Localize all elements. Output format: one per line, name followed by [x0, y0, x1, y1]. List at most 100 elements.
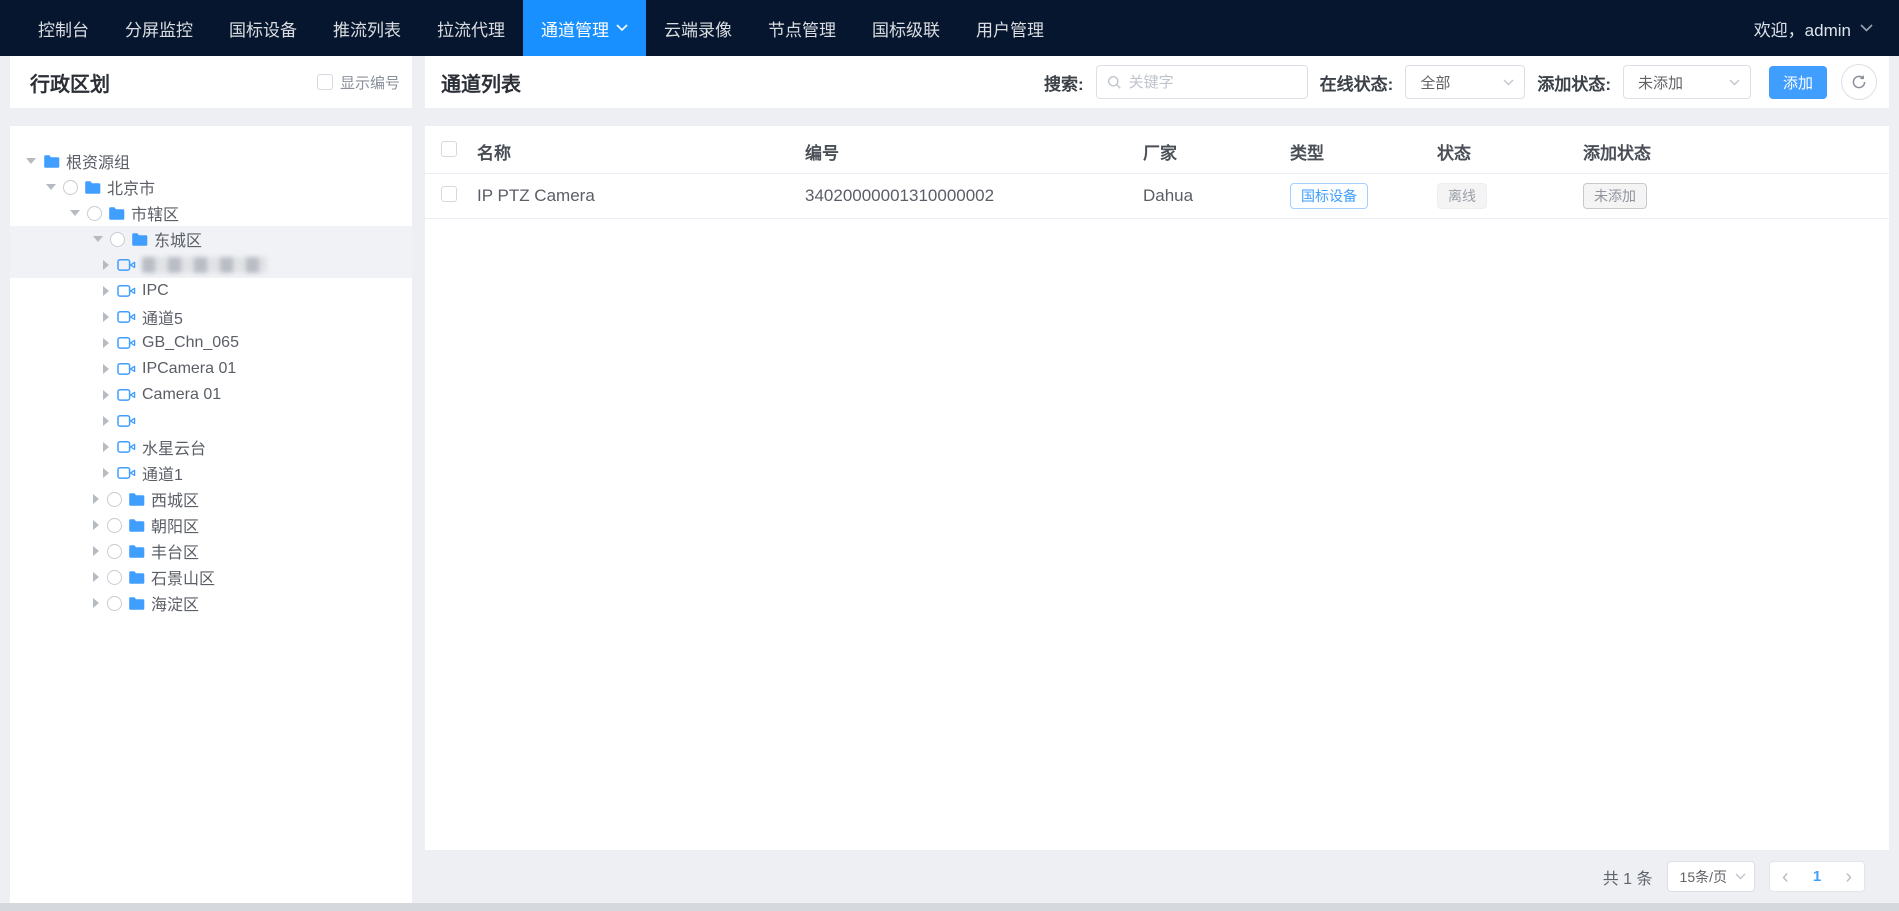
caret-right-icon[interactable]	[93, 546, 104, 556]
radio-button[interactable]	[110, 231, 125, 247]
nav-tab-label: 云端录像	[664, 20, 732, 40]
channel-vendor: Dahua	[1143, 186, 1194, 205]
caret-right-icon[interactable]	[93, 494, 104, 504]
tree-item[interactable]: 通道5	[10, 304, 412, 330]
next-page-button[interactable]: ›	[1843, 867, 1854, 887]
prev-page-button[interactable]: ‹	[1780, 867, 1791, 887]
blurred-label	[142, 257, 267, 273]
camera-icon	[117, 362, 136, 376]
nav-tab[interactable]: 拉流代理	[419, 0, 523, 56]
tree-item-label: 市辖区	[131, 207, 180, 224]
caret-right-icon[interactable]	[93, 598, 104, 608]
horizontal-scrollbar[interactable]	[0, 903, 1899, 911]
tree-item-label: IPCamera 01	[142, 360, 237, 377]
refresh-icon	[1852, 75, 1866, 89]
search-icon	[1107, 75, 1121, 89]
tree-item[interactable]: 北京市	[10, 174, 412, 200]
radio-button[interactable]	[107, 543, 122, 559]
show-number-toggle[interactable]: 显示编号	[316, 72, 400, 93]
column-header: 添加状态	[1583, 144, 1651, 163]
list-header: 通道列表 搜索: 在线状态: 全部 添加状态: 未添加	[425, 56, 1889, 108]
channel-status-badge-cell: 离线	[1437, 183, 1583, 209]
caret-right-icon[interactable]	[103, 442, 114, 452]
caret-right-icon[interactable]	[103, 312, 114, 322]
tree-item[interactable]: 通道1	[10, 460, 412, 486]
nav-tab[interactable]: 云端录像	[646, 0, 750, 56]
nav-tab-label: 控制台	[38, 20, 89, 40]
tree-item[interactable]: 海淀区	[10, 590, 412, 616]
folder-icon	[128, 518, 145, 533]
caret-down-icon[interactable]	[93, 236, 103, 247]
search-box[interactable]	[1095, 65, 1308, 99]
tree-item[interactable]: 朝阳区	[10, 512, 412, 538]
tree-item[interactable]: IPC	[10, 278, 412, 304]
tree-item[interactable]: 东城区	[10, 226, 412, 252]
nav-tab[interactable]: 用户管理	[958, 0, 1062, 56]
nav-tab-label: 节点管理	[768, 20, 836, 40]
radio-button[interactable]	[107, 517, 122, 533]
radio-button[interactable]	[107, 595, 122, 611]
radio-button[interactable]	[63, 179, 78, 195]
show-number-checkbox[interactable]	[316, 74, 333, 90]
search-input[interactable]	[1128, 73, 1297, 91]
caret-right-icon[interactable]	[103, 364, 114, 374]
filter-bar: 搜索: 在线状态: 全部 添加状态: 未添加 添加	[1044, 64, 1877, 100]
caret-right-icon[interactable]	[103, 338, 114, 348]
region-tree: 根资源组 北京市市辖区东城区 IPC 通道5 GB_Chn_065 IPCamera 01…	[10, 148, 412, 616]
online-status-value: 全部	[1420, 74, 1451, 92]
tree-item[interactable]: 水星云台	[10, 434, 412, 460]
tree-item[interactable]: 石景山区	[10, 564, 412, 590]
caret-down-icon[interactable]	[70, 210, 80, 221]
nav-tab[interactable]: 控制台	[20, 0, 107, 56]
tree-item[interactable]	[10, 252, 412, 278]
refresh-button[interactable]	[1841, 64, 1877, 100]
caret-right-icon[interactable]	[103, 416, 114, 426]
current-page[interactable]: 1	[1813, 868, 1821, 885]
nav-tab-label: 拉流代理	[437, 20, 505, 40]
add-status-select[interactable]: 未添加	[1623, 65, 1751, 99]
nav-tab[interactable]: 节点管理	[750, 0, 854, 56]
nav-tab-label: 国标设备	[229, 20, 297, 40]
caret-right-icon[interactable]	[93, 572, 104, 582]
nav-tab[interactable]: 分屏监控	[107, 0, 211, 56]
tree-item[interactable]: Camera 01	[10, 382, 412, 408]
column-header: 类型	[1290, 144, 1324, 163]
page-size-select[interactable]: 15条/页	[1666, 861, 1755, 892]
add-button[interactable]: 添加	[1769, 65, 1827, 99]
user-menu[interactable]: 欢迎，admin	[1754, 0, 1899, 56]
radio-button[interactable]	[107, 491, 122, 507]
panel-divider	[10, 108, 412, 126]
folder-icon	[43, 154, 60, 169]
caret-right-icon[interactable]	[103, 260, 114, 270]
show-number-label: 显示编号	[339, 74, 400, 92]
channel-code: 34020000001310000002	[805, 186, 995, 205]
tree-item-label: 丰台区	[151, 545, 200, 562]
folder-icon	[131, 232, 148, 247]
row-checkbox[interactable]	[441, 185, 457, 202]
select-all-checkbox[interactable]	[441, 141, 457, 157]
tree-item[interactable]	[10, 408, 412, 434]
tree-item[interactable]: IPCamera 01	[10, 356, 412, 382]
tree-item[interactable]: GB_Chn_065	[10, 330, 412, 356]
online-status-select[interactable]: 全部	[1405, 65, 1526, 99]
nav-tab[interactable]: 国标级联	[854, 0, 958, 56]
tree-item[interactable]: 市辖区	[10, 200, 412, 226]
radio-button[interactable]	[87, 205, 102, 221]
column-header: 编号	[805, 144, 839, 163]
caret-down-icon[interactable]	[46, 184, 56, 195]
nav-tab[interactable]: 通道管理	[523, 0, 646, 56]
total-count: 共 1 条	[1602, 870, 1653, 888]
radio-button[interactable]	[107, 569, 122, 585]
caret-down-icon[interactable]	[26, 158, 36, 169]
nav-tab[interactable]: 推流列表	[315, 0, 419, 56]
tree-item[interactable]: 西城区	[10, 486, 412, 512]
caret-right-icon[interactable]	[93, 520, 104, 530]
sidebar-title: 行政区划	[30, 73, 110, 96]
caret-right-icon[interactable]	[103, 468, 114, 478]
caret-right-icon[interactable]	[103, 286, 114, 296]
region-sidebar: 行政区划 显示编号 根资源组 北京市市辖区东城区 IPC 通道5 GB_Chn_065 I…	[10, 56, 412, 903]
tree-item[interactable]: 丰台区	[10, 538, 412, 564]
caret-right-icon[interactable]	[103, 390, 114, 400]
nav-tab[interactable]: 国标设备	[211, 0, 315, 56]
tree-item[interactable]: 根资源组	[10, 148, 412, 174]
